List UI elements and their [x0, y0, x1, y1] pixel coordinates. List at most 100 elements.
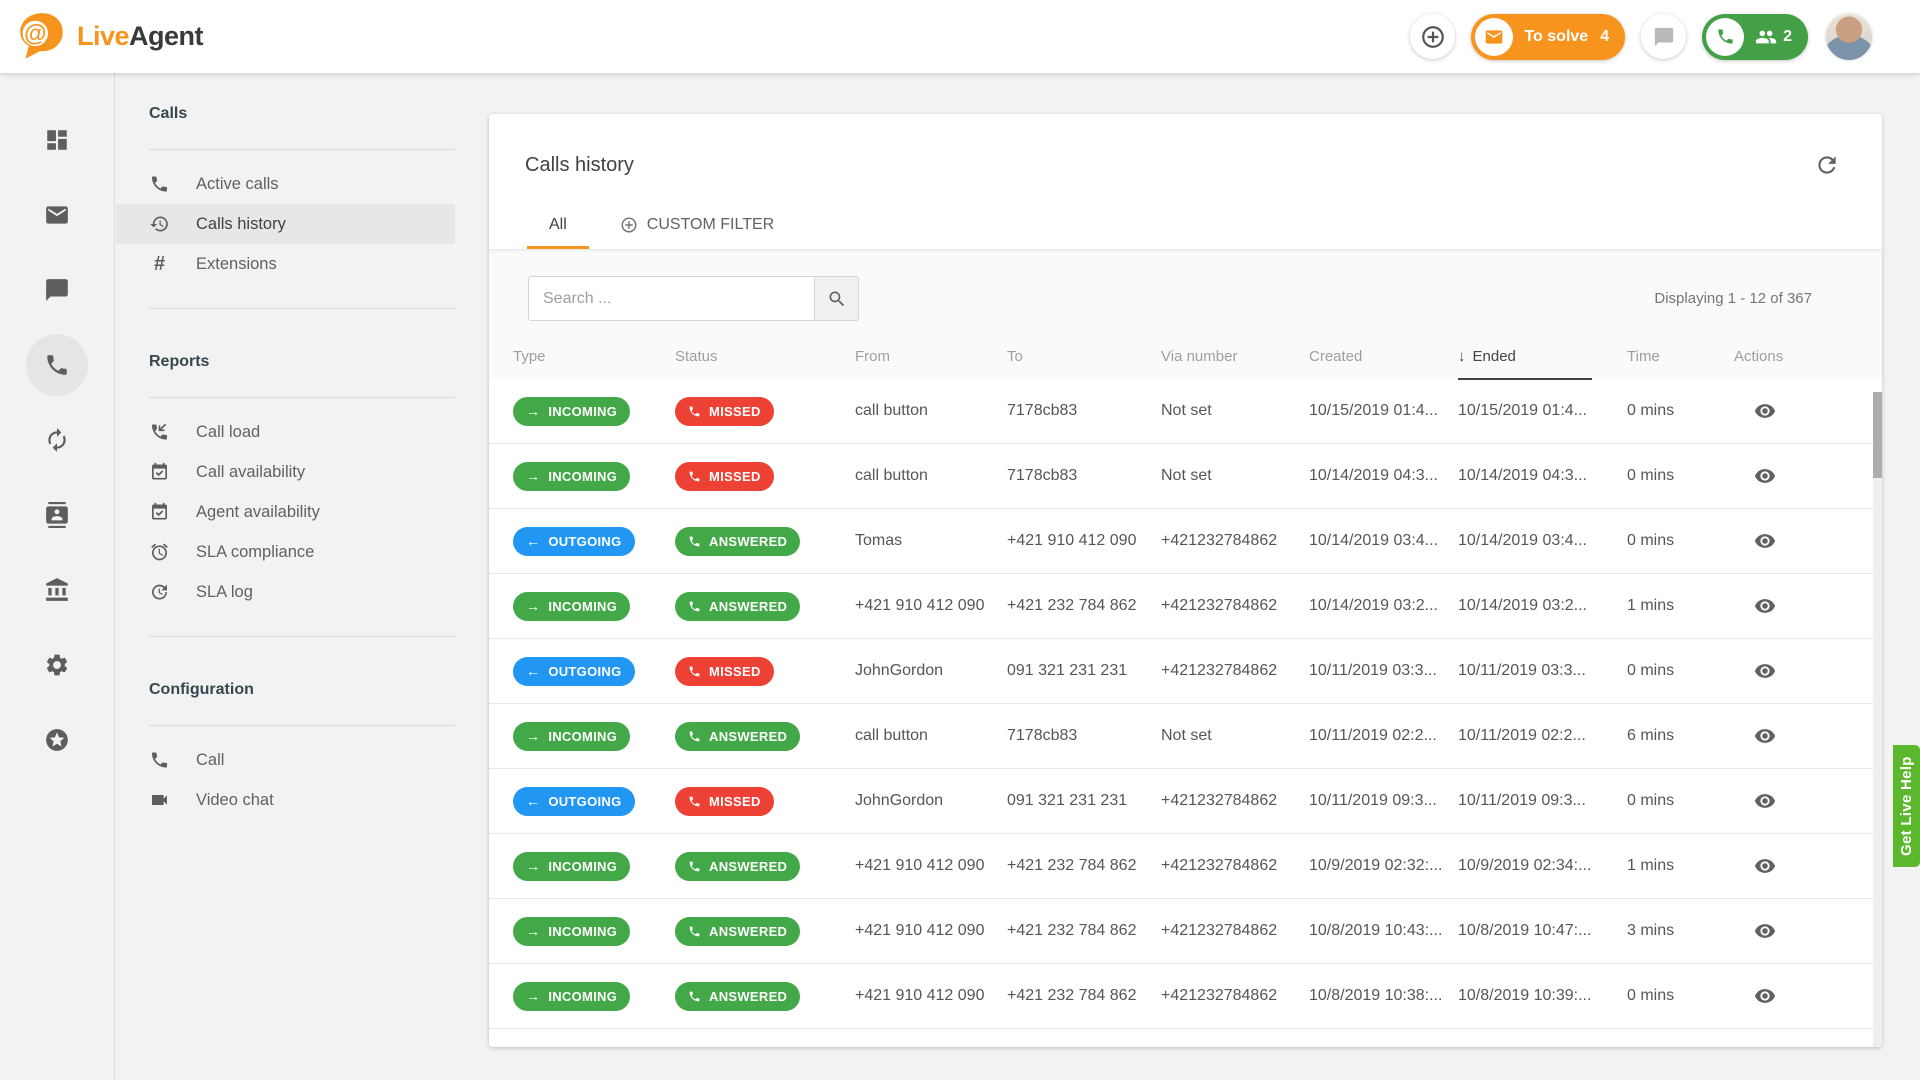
eye-icon	[1754, 920, 1776, 942]
cell-via-number: +421232784862	[1161, 792, 1309, 810]
calls-online-button[interactable]: 2	[1702, 14, 1808, 60]
nav-item-active-calls[interactable]: Active calls	[116, 164, 455, 204]
view-call-button[interactable]	[1750, 981, 1780, 1011]
rail-contacts-button[interactable]	[26, 484, 88, 546]
nav-item-extensions[interactable]: #Extensions	[116, 244, 455, 284]
search-group	[528, 276, 859, 321]
view-call-button[interactable]	[1750, 461, 1780, 491]
rail-star-button[interactable]	[26, 709, 88, 771]
rail-mail-button[interactable]	[26, 184, 88, 246]
rail-chat-button[interactable]	[26, 259, 88, 321]
tab-all[interactable]: All	[527, 206, 589, 249]
table-scrollbar[interactable]	[1873, 392, 1882, 1047]
nav-item-label: Agent availability	[196, 503, 320, 522]
column-header-ended[interactable]: ↓Ended	[1458, 333, 1627, 380]
column-header-time[interactable]: Time	[1627, 333, 1734, 380]
column-header-type[interactable]: Type	[513, 333, 675, 380]
view-call-button[interactable]	[1750, 916, 1780, 946]
table-row: ←OUTGOINGMISSEDJohnGordon091 321 231 231…	[489, 769, 1882, 834]
mail-icon	[44, 202, 70, 228]
divider	[149, 636, 455, 637]
cell-via-number: +421232784862	[1161, 662, 1309, 680]
cell-time: 0 mins	[1627, 792, 1734, 810]
badge-label: ANSWERED	[709, 599, 787, 614]
search-input[interactable]	[528, 276, 815, 321]
column-header-from[interactable]: From	[855, 333, 1007, 380]
rail-sync-button[interactable]	[26, 409, 88, 471]
create-new-button[interactable]	[1410, 14, 1455, 59]
table-row: ←OUTGOINGANSWEREDTomas+421 910 412 090+4…	[489, 509, 1882, 574]
phone-icon	[688, 665, 701, 678]
topbar-controls: To solve 4 2	[1410, 12, 1874, 62]
table-row: →INCOMINGMISSEDcall button7178cb83Not se…	[489, 444, 1882, 509]
view-call-button[interactable]	[1750, 721, 1780, 751]
view-call-button[interactable]	[1750, 851, 1780, 881]
rail-settings-button[interactable]	[26, 634, 88, 696]
nav-item-sla-log[interactable]: SLA log	[116, 572, 455, 612]
rail-phone-button[interactable]	[26, 334, 88, 396]
card-header: Calls history	[489, 114, 1882, 182]
nav-section-title: Configuration	[149, 681, 455, 699]
agents-online-count: 2	[1783, 28, 1792, 46]
cell-type: →INCOMING	[513, 592, 675, 621]
badge-label: INCOMING	[548, 404, 617, 419]
scrollbar-thumb[interactable]	[1873, 392, 1882, 478]
icon-rail	[0, 73, 115, 1080]
cell-time: 6 mins	[1627, 727, 1734, 745]
cell-status: ANSWERED	[675, 722, 855, 751]
table-row: →INCOMINGANSWERED+421 910 412 090+421 23…	[489, 574, 1882, 639]
nav-item-call-availability[interactable]: Call availability	[116, 452, 455, 492]
phone-icon	[688, 600, 701, 613]
search-button[interactable]	[815, 276, 859, 321]
column-header-to[interactable]: To	[1007, 333, 1161, 380]
cell-type: →INCOMING	[513, 722, 675, 751]
eye-icon	[1754, 595, 1776, 617]
view-call-button[interactable]	[1750, 656, 1780, 686]
column-label: To	[1007, 348, 1023, 365]
nav-item-calls-history[interactable]: Calls history	[116, 204, 455, 244]
plus-circle-icon	[620, 216, 638, 234]
tab-custom-filter[interactable]: CUSTOM FILTER	[620, 206, 774, 249]
table-toolbar-zone: Displaying 1 - 12 of 367 TypeStatusFromT…	[489, 249, 1882, 379]
view-call-button[interactable]	[1750, 591, 1780, 621]
cell-ended: 10/11/2019 09:3...	[1458, 792, 1627, 810]
column-header-status[interactable]: Status	[675, 333, 855, 380]
rail-dashboard-button[interactable]	[26, 109, 88, 171]
cell-time: 0 mins	[1627, 662, 1734, 680]
column-header-via-number[interactable]: Via number	[1161, 333, 1309, 380]
eye-icon	[1754, 790, 1776, 812]
column-header-actions[interactable]: Actions	[1734, 333, 1874, 380]
cell-type: →INCOMING	[513, 852, 675, 881]
rail-bank-button[interactable]	[26, 559, 88, 621]
logo-wordmark: LiveAgent	[77, 21, 203, 52]
get-live-help-button[interactable]: Get Live Help	[1893, 745, 1920, 867]
column-header-created[interactable]: Created	[1309, 333, 1458, 380]
cell-actions	[1734, 851, 1874, 882]
view-call-button[interactable]	[1750, 786, 1780, 816]
chat-bubble-icon	[1653, 26, 1675, 48]
cell-to: 7178cb83	[1007, 467, 1161, 485]
nav-item-sla-compliance[interactable]: SLA compliance	[116, 532, 455, 572]
cell-via-number: +421232784862	[1161, 922, 1309, 940]
column-label: Ended	[1473, 348, 1516, 365]
chats-button[interactable]	[1641, 14, 1686, 59]
refresh-button[interactable]	[1810, 148, 1844, 182]
nav-item-call[interactable]: Call	[116, 740, 455, 780]
phone-icon	[688, 925, 701, 938]
cell-status: ANSWERED	[675, 527, 855, 556]
cell-type: →INCOMING	[513, 397, 675, 426]
nav-item-call-load[interactable]: Call load	[116, 412, 455, 452]
nav-item-agent-availability[interactable]: Agent availability	[116, 492, 455, 532]
liveagent-logo[interactable]: @ LiveAgent	[14, 10, 203, 64]
to-solve-button[interactable]: To solve 4	[1471, 14, 1625, 60]
cell-to: +421 910 412 090	[1007, 532, 1161, 550]
cell-from: +421 910 412 090	[855, 597, 1007, 615]
nav-item-video-chat[interactable]: Video chat	[116, 780, 455, 820]
badge-label: OUTGOING	[548, 794, 621, 809]
cell-ended: 10/15/2019 01:4...	[1458, 402, 1627, 420]
table-row: →INCOMINGANSWERED+421 910 412 090+421 23…	[489, 964, 1882, 1029]
view-call-button[interactable]	[1750, 526, 1780, 556]
cell-to: 7178cb83	[1007, 402, 1161, 420]
user-avatar[interactable]	[1824, 12, 1874, 62]
view-call-button[interactable]	[1750, 396, 1780, 426]
